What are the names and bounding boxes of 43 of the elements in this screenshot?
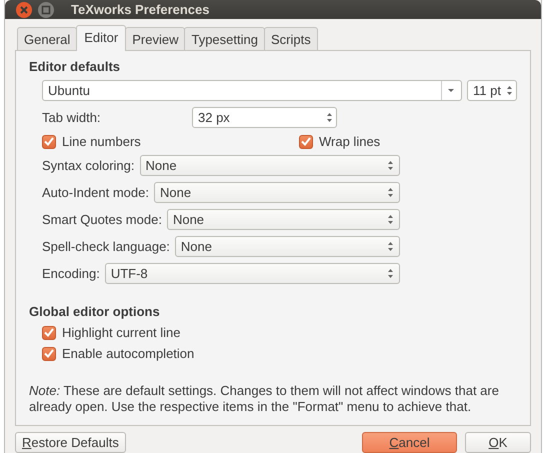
checkbox[interactable]: Highlight current line xyxy=(42,325,517,340)
checkbox[interactable]: Line numbers xyxy=(42,134,299,149)
checkmark-icon xyxy=(44,349,54,358)
window-title: TeXworks Preferences xyxy=(71,2,210,17)
spin-arrows-icon[interactable] xyxy=(326,111,333,124)
spin-arrows-icon[interactable] xyxy=(506,84,513,97)
field-label: Auto-Indent mode: xyxy=(42,185,149,200)
tab[interactable]: Preview xyxy=(125,27,186,51)
field-label: Encoding: xyxy=(42,266,100,281)
dialog-button[interactable]: Restore Defaults xyxy=(15,432,126,453)
font-combo[interactable]: Ubuntu xyxy=(42,80,462,101)
field-label: Syntax coloring: xyxy=(42,158,134,173)
field-label: Tab width: xyxy=(42,110,102,125)
tab[interactable]: General xyxy=(17,27,78,51)
tab[interactable]: Editor xyxy=(76,25,126,51)
dropdown[interactable]: None xyxy=(166,209,400,230)
spin-arrows-icon[interactable] xyxy=(387,159,394,172)
dialog-button[interactable]: Cancel xyxy=(362,432,457,453)
spin-arrows-icon[interactable] xyxy=(387,267,394,280)
spin-arrows-icon[interactable] xyxy=(387,213,394,226)
dropdown[interactable]: None xyxy=(140,155,400,176)
spin-arrows-icon[interactable] xyxy=(387,240,394,253)
checkmark-icon xyxy=(44,328,54,337)
font-size-spinbox[interactable]: 11 pt xyxy=(467,80,517,101)
section-heading: Global editor options xyxy=(29,304,161,319)
checkbox[interactable]: Wrap lines xyxy=(299,134,380,149)
tab[interactable]: Typesetting xyxy=(184,27,265,51)
close-icon[interactable] xyxy=(15,0,33,18)
dropdown[interactable]: UTF-8 xyxy=(104,263,400,284)
field-label: Spell-check language: xyxy=(42,239,170,254)
dropdown[interactable]: None xyxy=(154,182,400,203)
note-text: Note: These are default settings. Changes to them will not affect windows that are already open. Use the respective items in the "Format" menu to achieve that. xyxy=(29,383,500,415)
dropdown[interactable]: None xyxy=(174,236,400,257)
tab-width-spinbox[interactable]: 32 px xyxy=(192,107,337,128)
dialog-button[interactable]: OK xyxy=(465,432,531,453)
field-label: Smart Quotes mode: xyxy=(42,212,162,227)
minimize-icon[interactable] xyxy=(37,0,55,18)
checkbox[interactable]: Enable autocompletion xyxy=(42,346,517,361)
checkmark-icon xyxy=(301,137,311,146)
spin-arrows-icon[interactable] xyxy=(387,186,394,199)
checkmark-icon xyxy=(44,137,54,146)
section-heading: Editor defaults xyxy=(29,59,122,74)
tab[interactable]: Scripts xyxy=(264,27,318,51)
